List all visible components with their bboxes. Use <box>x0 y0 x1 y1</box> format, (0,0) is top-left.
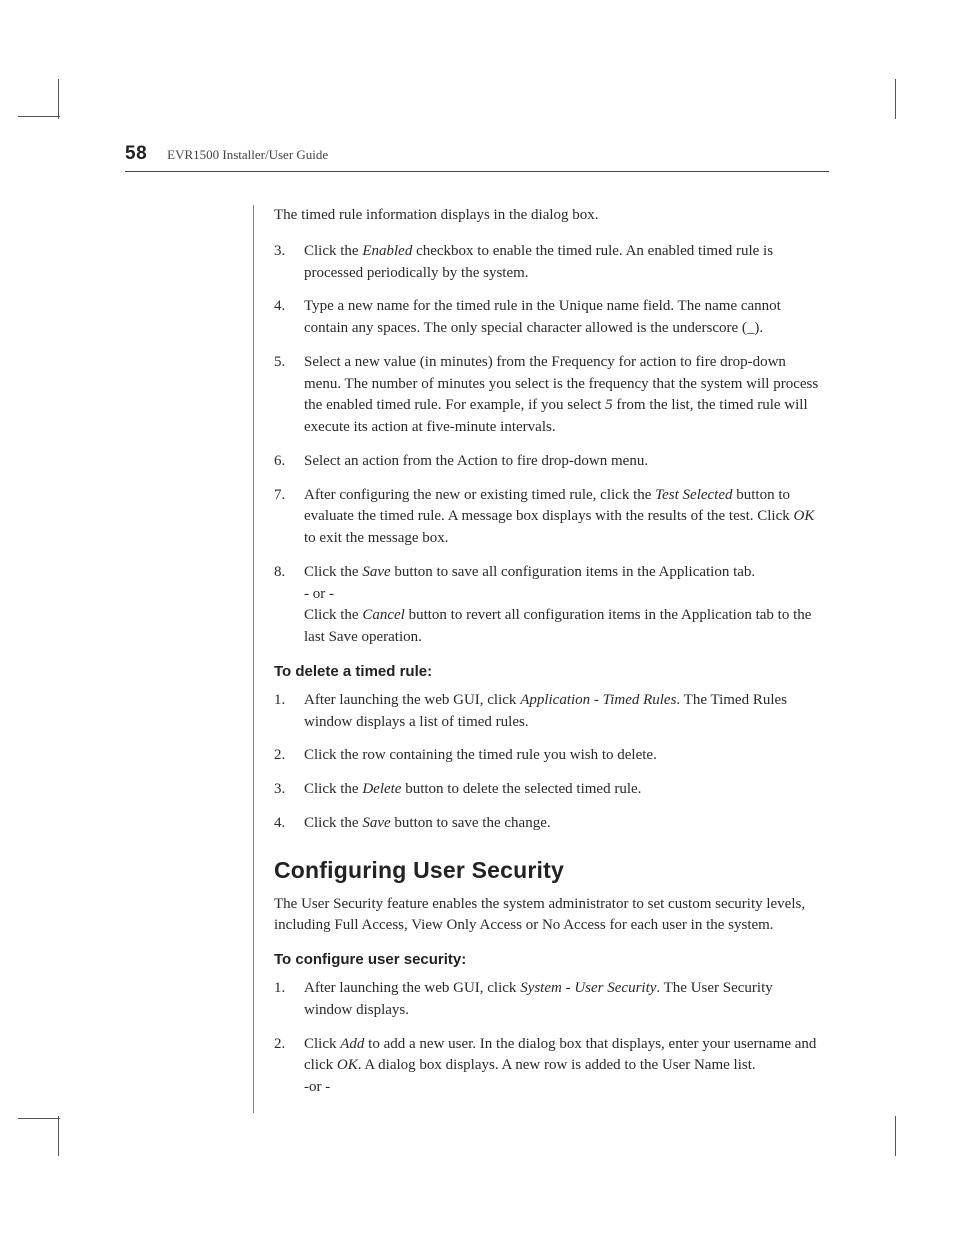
subheading-configure-security: To configure user security: <box>274 951 819 968</box>
step-number: 1. <box>274 978 304 1022</box>
step-number: 8. <box>274 562 304 649</box>
crop-mark <box>895 1116 896 1156</box>
step-text: Click Add to add a new user. In the dial… <box>304 1034 819 1099</box>
paragraph: The User Security feature enables the sy… <box>274 894 819 938</box>
list-item: 1. After launching the web GUI, click Sy… <box>274 978 819 1022</box>
crop-mark <box>895 79 896 119</box>
steps-list-3: 1. After launching the web GUI, click Sy… <box>274 978 819 1099</box>
step-number: 2. <box>274 1034 304 1099</box>
subheading-delete-rule: To delete a timed rule: <box>274 663 819 680</box>
steps-list-2: 1. After launching the web GUI, click Ap… <box>274 690 819 835</box>
step-text: After launching the web GUI, click Syste… <box>304 978 819 1022</box>
list-item: 7. After configuring the new or existing… <box>274 485 819 550</box>
list-item: 1. After launching the web GUI, click Ap… <box>274 690 819 734</box>
step-text: After launching the web GUI, click Appli… <box>304 690 819 734</box>
step-text: Click the Enabled checkbox to enable the… <box>304 241 819 285</box>
intro-text: The timed rule information displays in t… <box>274 205 819 227</box>
crop-mark <box>18 116 60 117</box>
body-column: The timed rule information displays in t… <box>253 205 819 1113</box>
list-item: 6. Select an action from the Action to f… <box>274 451 819 473</box>
step-text: Click the row containing the timed rule … <box>304 745 819 767</box>
list-item: 2. Click Add to add a new user. In the d… <box>274 1034 819 1099</box>
step-number: 5. <box>274 352 304 439</box>
crop-mark <box>18 1118 60 1119</box>
crop-mark <box>58 1116 59 1156</box>
step-text: Click the Save button to save the change… <box>304 813 819 835</box>
step-text: Type a new name for the timed rule in th… <box>304 296 819 340</box>
steps-list-1: 3. Click the Enabled checkbox to enable … <box>274 241 819 649</box>
step-number: 3. <box>274 779 304 801</box>
step-text: After configuring the new or existing ti… <box>304 485 819 550</box>
step-text: Click the Save button to save all config… <box>304 562 819 649</box>
step-number: 2. <box>274 745 304 767</box>
step-number: 1. <box>274 690 304 734</box>
list-item: 4. Click the Save button to save the cha… <box>274 813 819 835</box>
step-number: 6. <box>274 451 304 473</box>
list-item: 4. Type a new name for the timed rule in… <box>274 296 819 340</box>
doc-title: EVR1500 Installer/User Guide <box>167 147 328 162</box>
step-text: Select an action from the Action to fire… <box>304 451 819 473</box>
document-page: 58 EVR1500 Installer/User Guide The time… <box>0 0 954 1235</box>
list-item: 5. Select a new value (in minutes) from … <box>274 352 819 439</box>
list-item: 2. Click the row containing the timed ru… <box>274 745 819 767</box>
list-item: 8. Click the Save button to save all con… <box>274 562 819 649</box>
step-text: Click the Delete button to delete the se… <box>304 779 819 801</box>
step-number: 4. <box>274 296 304 340</box>
heading-user-security: Configuring User Security <box>274 857 819 884</box>
list-item: 3. Click the Enabled checkbox to enable … <box>274 241 819 285</box>
step-number: 4. <box>274 813 304 835</box>
step-text: Select a new value (in minutes) from the… <box>304 352 819 439</box>
page-header: 58 EVR1500 Installer/User Guide <box>125 143 829 172</box>
page-number: 58 <box>125 143 147 164</box>
step-number: 3. <box>274 241 304 285</box>
crop-mark <box>58 79 59 119</box>
list-item: 3. Click the Delete button to delete the… <box>274 779 819 801</box>
step-number: 7. <box>274 485 304 550</box>
